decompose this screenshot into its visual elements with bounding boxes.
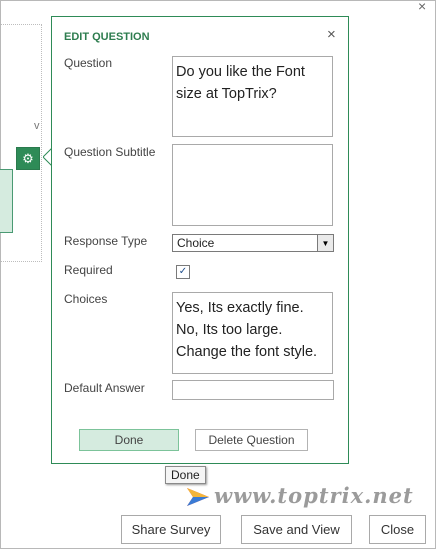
edit-question-dialog: EDIT QUESTION × Question Do you like the… bbox=[51, 16, 349, 464]
required-checkbox[interactable]: ✓ bbox=[176, 265, 190, 279]
question-subtitle-textarea[interactable] bbox=[172, 144, 333, 226]
save-and-view-button[interactable]: Save and View bbox=[241, 515, 352, 544]
gear-button[interactable]: ⚙ bbox=[16, 147, 40, 170]
share-survey-button[interactable]: Share Survey bbox=[121, 515, 221, 544]
background-selected-item bbox=[0, 169, 13, 233]
question-label: Question bbox=[64, 56, 113, 70]
delete-question-button[interactable]: Delete Question bbox=[195, 429, 308, 451]
dialog-close-icon[interactable]: × bbox=[327, 26, 336, 43]
default-answer-label: Default Answer bbox=[64, 381, 145, 395]
checkmark-icon: ✓ bbox=[178, 266, 188, 277]
response-type-value: Choice bbox=[177, 236, 215, 250]
done-tooltip: Done bbox=[165, 466, 206, 484]
close-button[interactable]: Close bbox=[369, 515, 426, 544]
dialog-title: EDIT QUESTION bbox=[64, 31, 150, 43]
chevron-down-icon[interactable]: ▼ bbox=[317, 235, 333, 251]
done-button[interactable]: Done bbox=[79, 429, 179, 451]
response-type-select[interactable]: Choice ▼ bbox=[172, 234, 334, 252]
window-close-icon[interactable]: × bbox=[418, 0, 426, 14]
choices-label: Choices bbox=[64, 292, 108, 306]
background-partial-text: v bbox=[34, 120, 40, 132]
watermark-logo-icon bbox=[187, 488, 209, 506]
watermark: www.toptrix.net bbox=[214, 483, 414, 508]
choices-textarea[interactable]: Yes, Its exactly fine. No, Its too large… bbox=[172, 292, 333, 374]
question-textarea[interactable]: Do you like the Font size at TopTrix? bbox=[172, 56, 333, 137]
gear-icon: ⚙ bbox=[22, 150, 34, 166]
question-subtitle-label: Question Subtitle bbox=[64, 145, 156, 159]
response-type-label: Response Type bbox=[64, 234, 148, 248]
required-label: Required bbox=[64, 263, 113, 277]
default-answer-input[interactable] bbox=[172, 380, 334, 400]
